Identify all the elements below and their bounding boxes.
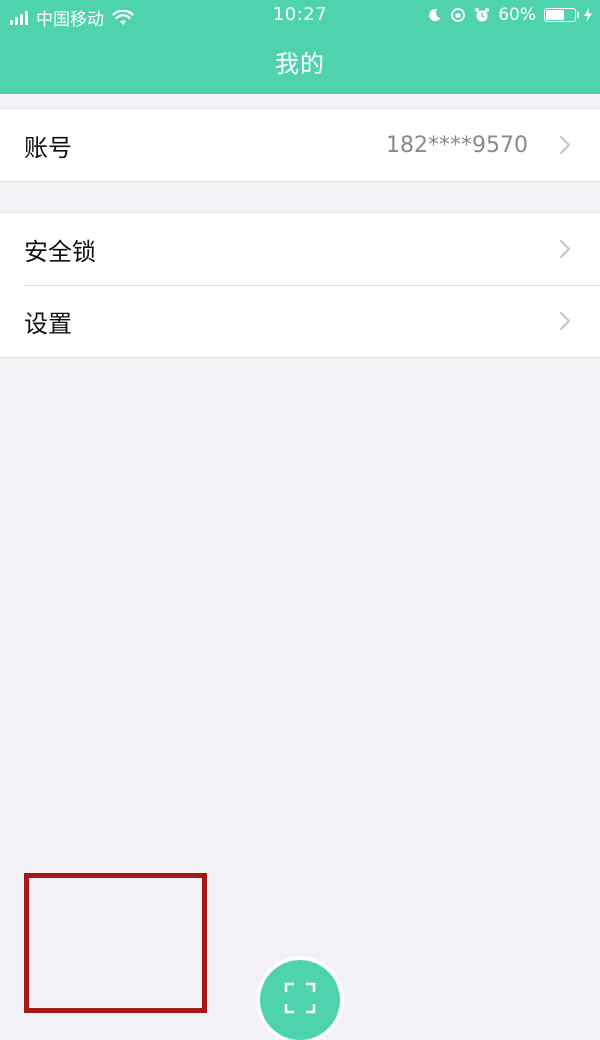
account-group: 账号 182****9570 [0,108,600,182]
alarm-icon [475,8,490,22]
orientation-lock-icon [451,8,466,22]
battery-percent: 60% [498,5,536,25]
account-row[interactable]: 账号 182****9570 [0,109,600,181]
chevron-right-icon [559,135,571,155]
charging-icon [584,8,592,22]
moon-icon [429,9,441,22]
page-title: 我的 [275,50,325,78]
security-lock-label: 安全锁 [24,237,96,266]
account-label: 账号 [24,133,72,162]
status-bar: 中国移动 10:27 60% [0,0,600,32]
account-phone-value: 182****9570 [386,132,528,158]
battery-icon [544,8,579,22]
settings-label: 设置 [24,309,72,338]
settings-group: 安全锁 设置 [0,212,600,358]
header-bar: 中国移动 10:27 60% 我的 [0,0,600,94]
security-lock-row[interactable]: 安全锁 [0,213,600,285]
highlight-box [24,873,207,1013]
scan-button[interactable] [260,960,340,1040]
status-right: 60% [428,5,592,25]
settings-row[interactable]: 设置 [0,285,600,357]
chevron-right-icon [559,239,571,259]
scan-icon [284,982,316,1014]
chevron-right-icon [559,311,571,331]
